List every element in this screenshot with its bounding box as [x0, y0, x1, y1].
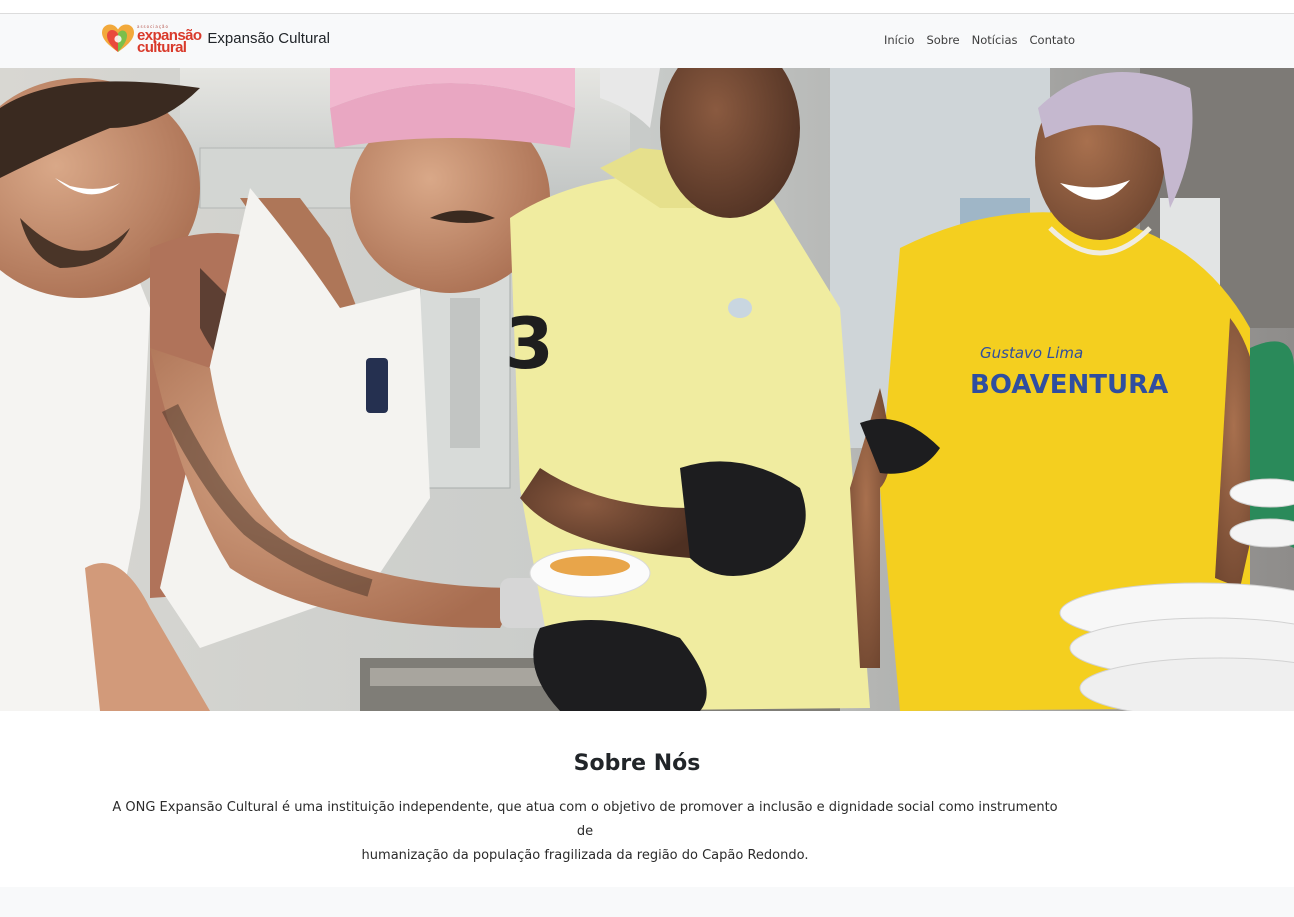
nav-menu: Início Sobre Notícias Contato	[884, 33, 1087, 47]
nav-link-contato[interactable]: Contato	[1030, 33, 1075, 47]
nav-link-inicio[interactable]: Início	[884, 33, 914, 47]
volunteers-kitchen-photo: 3 Gustavo Lima BOAVENTURA	[0, 68, 1294, 711]
about-text: A ONG Expansão Cultural é uma instituiçã…	[105, 796, 1065, 868]
hero-image: 3 Gustavo Lima BOAVENTURA	[0, 68, 1294, 711]
logo: associação expansão cultural	[100, 23, 202, 56]
brand-link[interactable]: associação expansão cultural Expansão Cu…	[100, 23, 330, 55]
shirt-text-main: BOAVENTURA	[970, 370, 1168, 400]
brand-name: Expansão Cultural	[207, 29, 330, 47]
about-text-line-1: A ONG Expansão Cultural é uma instituiçã…	[112, 800, 1058, 839]
footer	[0, 887, 1294, 917]
shirt-text-top: Gustavo Lima	[980, 344, 1083, 362]
navbar: associação expansão cultural Expansão Cu…	[0, 14, 1294, 68]
browser-top-strip	[0, 0, 1294, 14]
nav-link-noticias[interactable]: Notícias	[972, 33, 1018, 47]
shirt-number: 3	[505, 303, 554, 385]
heart-logo-icon	[102, 24, 134, 52]
logo-word-2: cultural	[137, 38, 187, 56]
nav-link-sobre[interactable]: Sobre	[926, 33, 959, 47]
about-text-line-2: humanização da população fragilizada da …	[361, 848, 809, 863]
about-section: Sobre Nós A ONG Expansão Cultural é uma …	[0, 711, 1294, 887]
about-title: Sobre Nós	[573, 751, 701, 776]
